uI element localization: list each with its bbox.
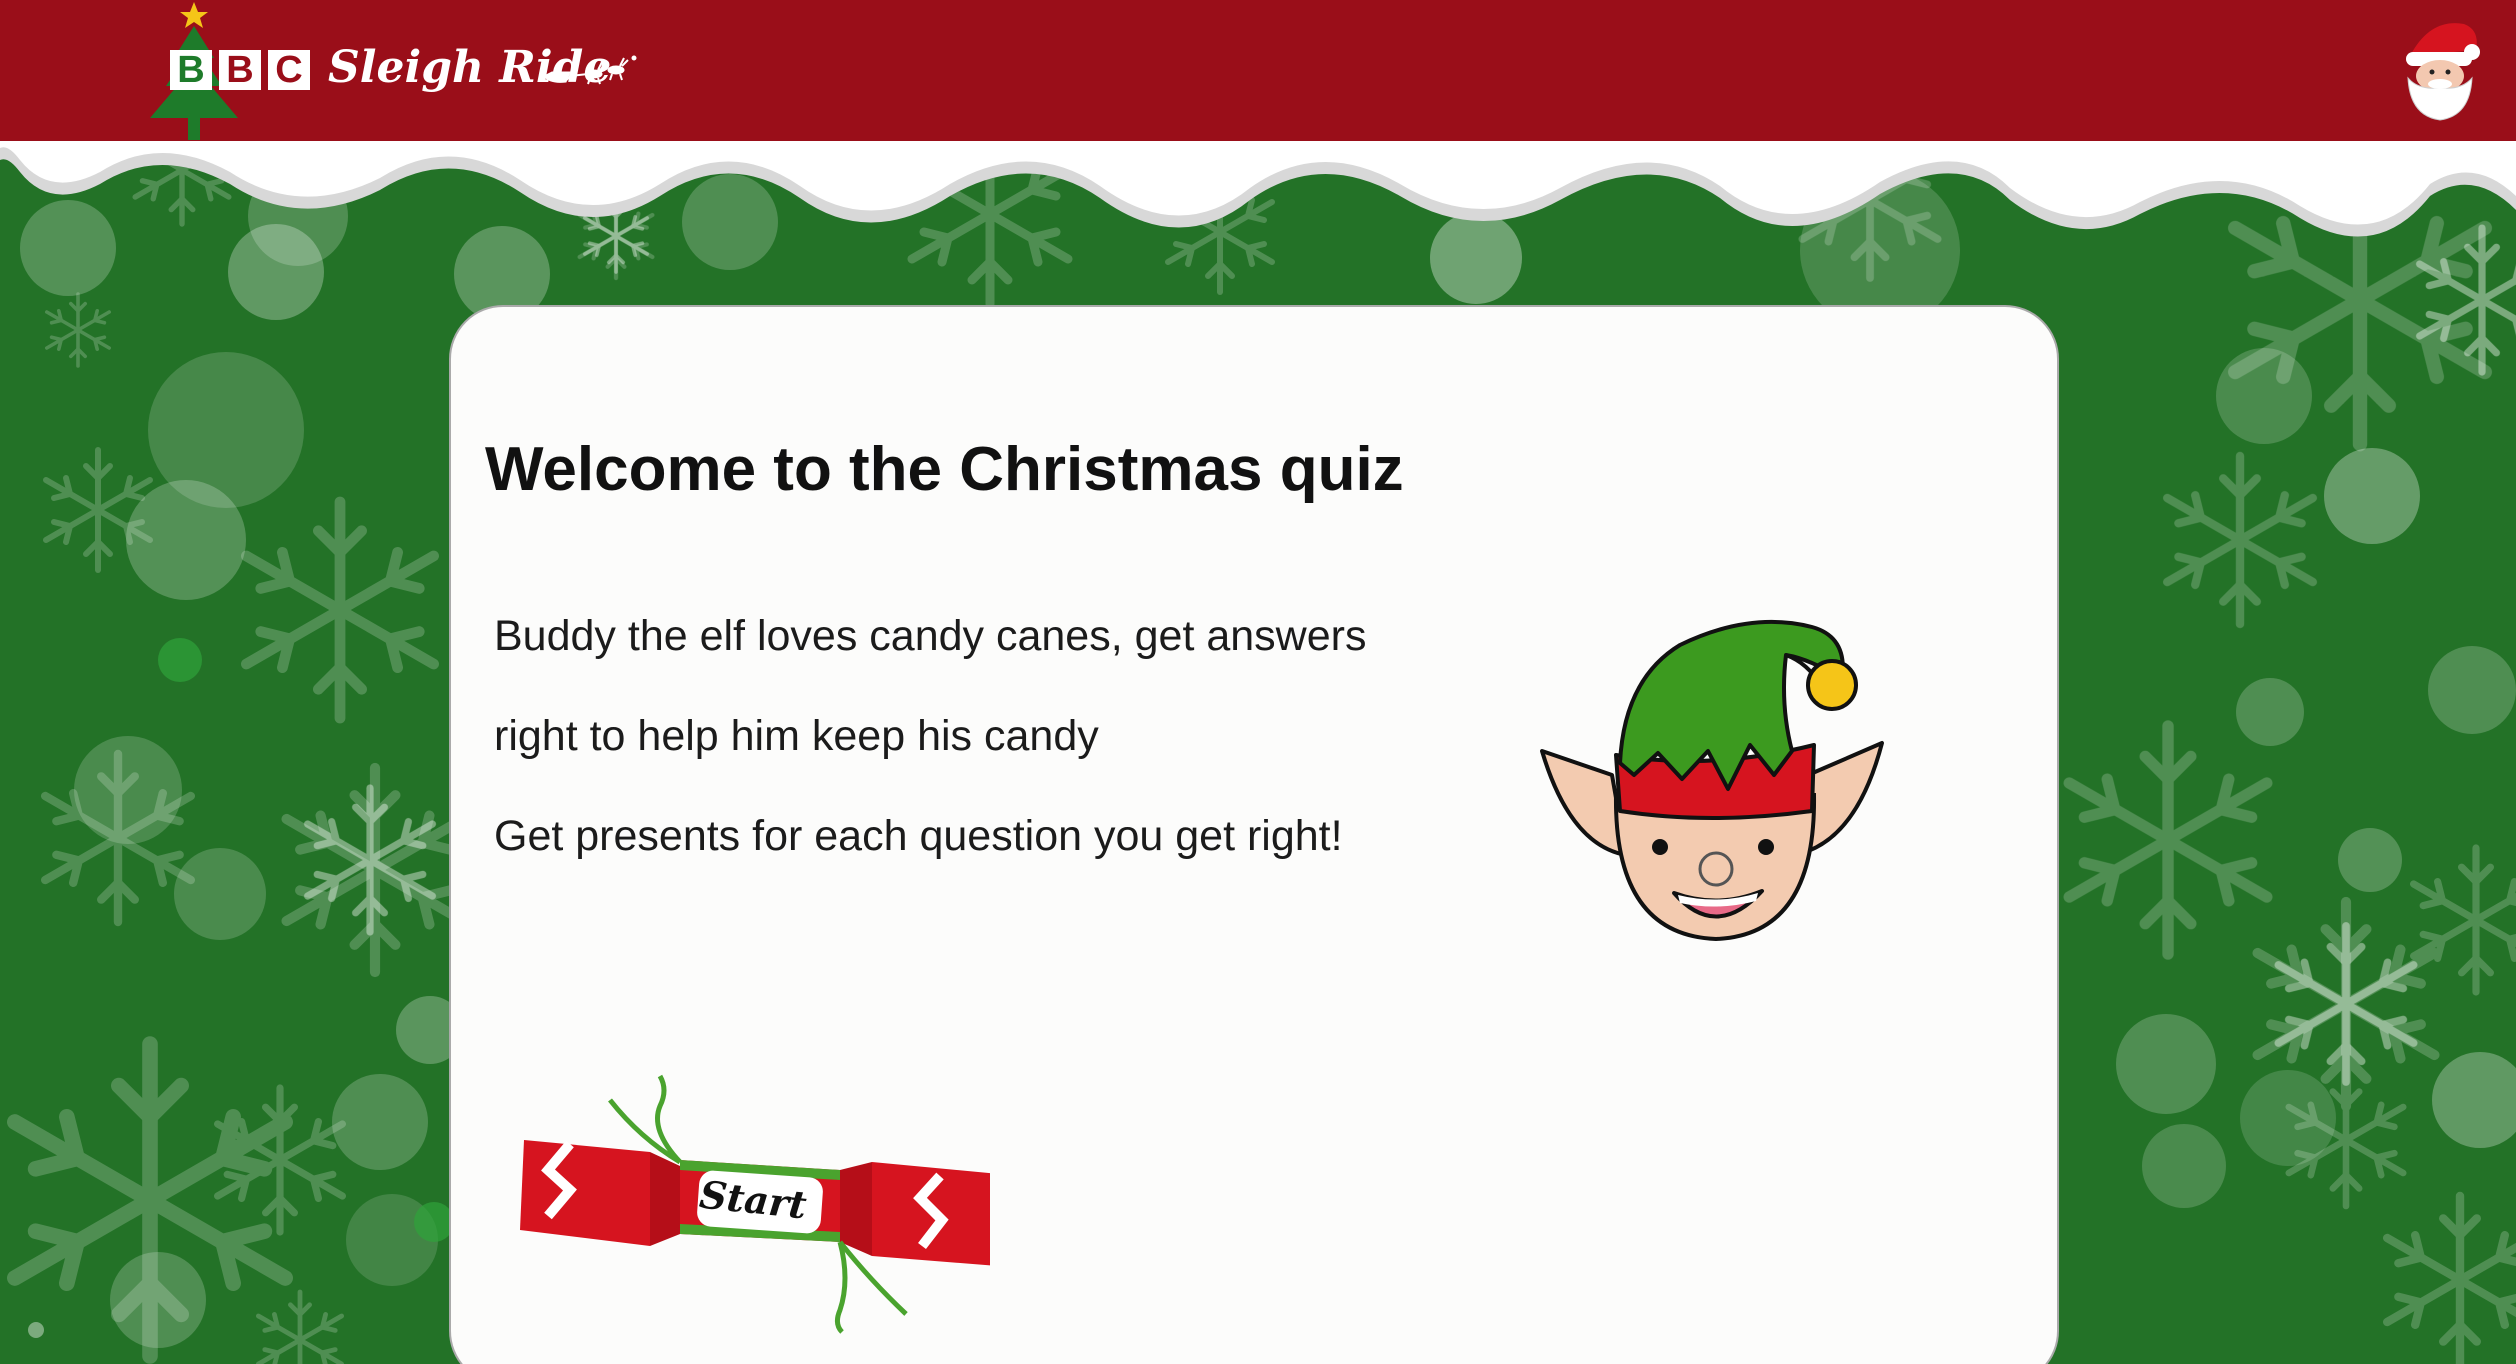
intro-text-line: Buddy the elf loves candy canes, get ans… [494,612,1367,660]
bbc-logo-letter: B [219,50,261,90]
santa-face-icon[interactable] [2400,16,2484,122]
start-button-label[interactable]: Start [695,1164,811,1235]
intro-text-line: Get presents for each question you get r… [494,812,1343,860]
bbc-sleigh-ride-logo[interactable]: B B C Sleigh Ride [144,0,644,141]
reindeer-sleigh-icon [543,55,637,85]
bbc-logo-letter: B [170,50,212,90]
bbc-logo-letter: C [268,50,310,90]
elf-head-illustration [1540,619,1884,942]
page-title: Welcome to the Christmas quiz [485,435,1404,504]
intro-text-line: right to help him keep his candy [494,712,1099,760]
